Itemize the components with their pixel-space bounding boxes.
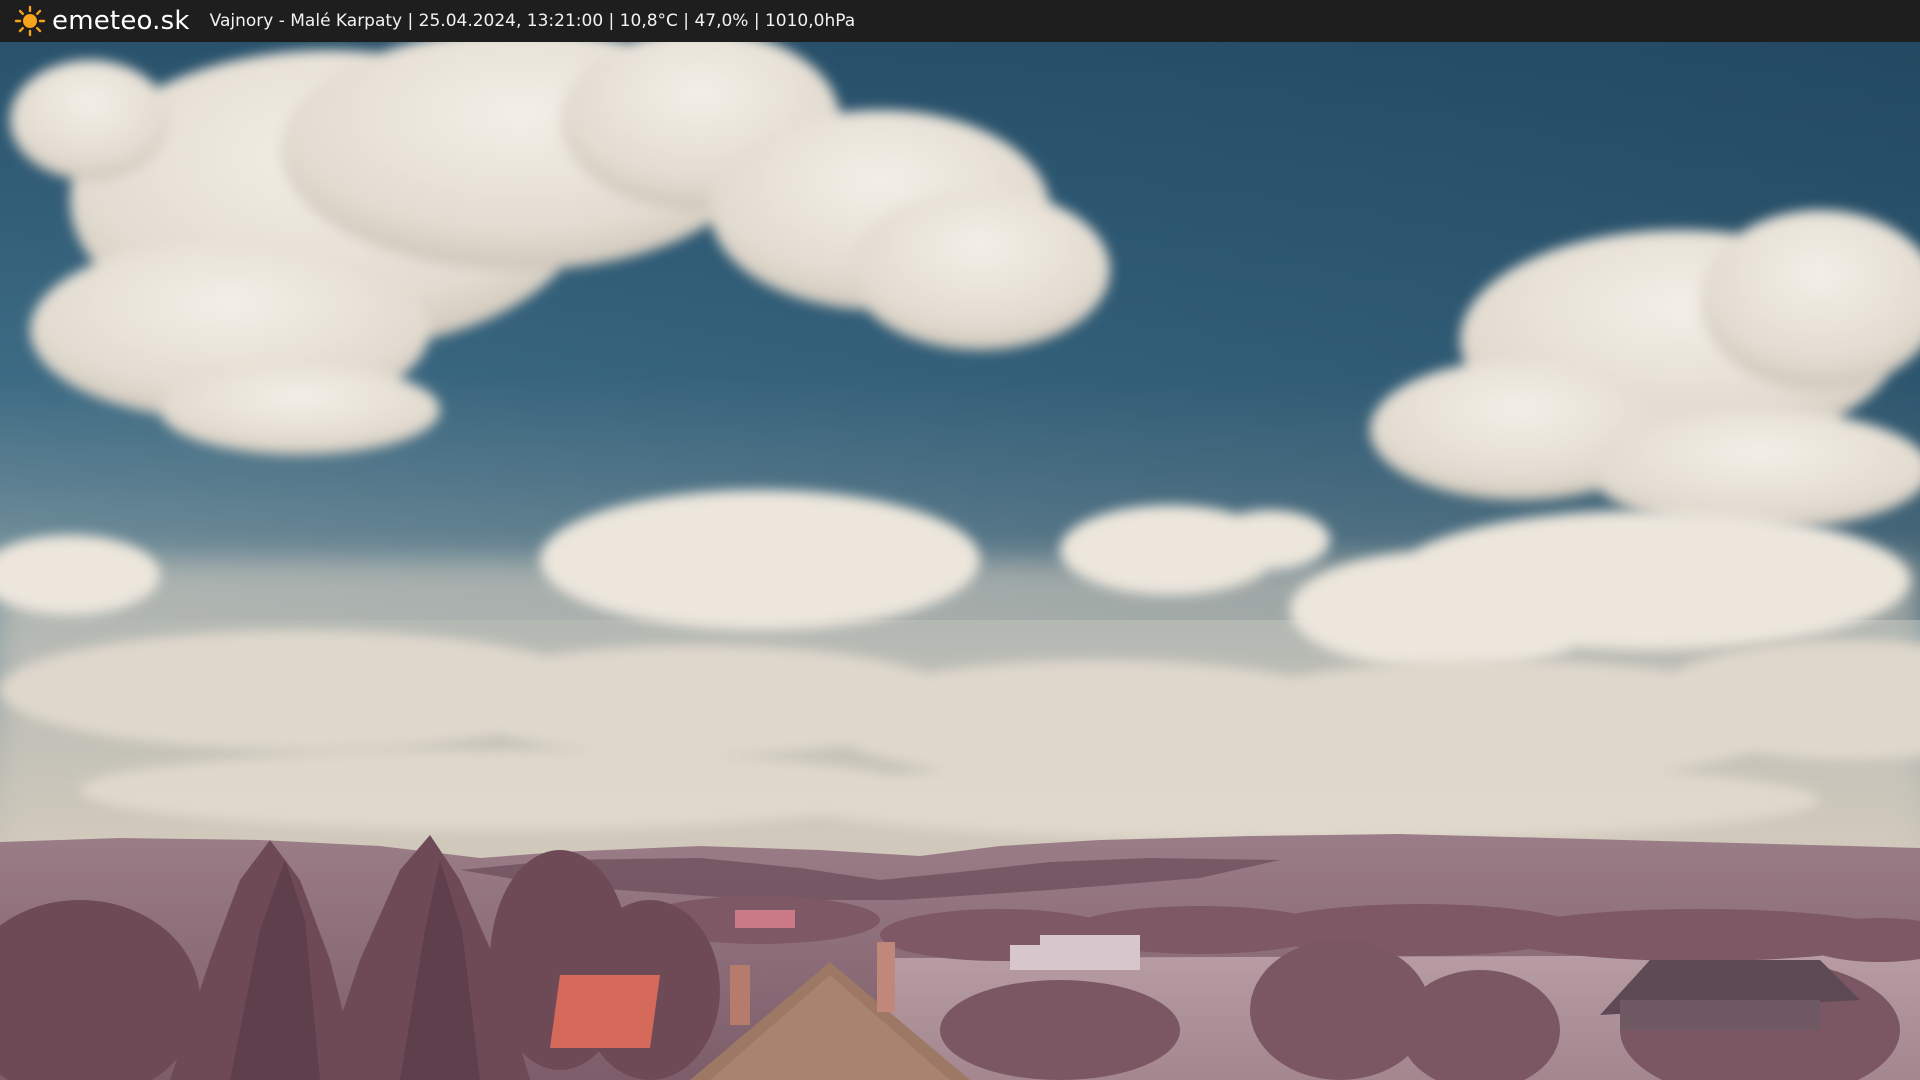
top-bar: emeteo.sk Vajnory - Malé Karpaty | 25.04… <box>0 0 1920 42</box>
webcam-frame: emeteo.sk Vajnory - Malé Karpaty | 25.04… <box>0 0 1920 1080</box>
sun-icon <box>14 5 46 37</box>
weather-status-line: Vajnory - Malé Karpaty | 25.04.2024, 13:… <box>209 11 856 31</box>
site-logo-text: emeteo.sk <box>52 6 190 36</box>
webcam-image <box>0 0 1920 1080</box>
